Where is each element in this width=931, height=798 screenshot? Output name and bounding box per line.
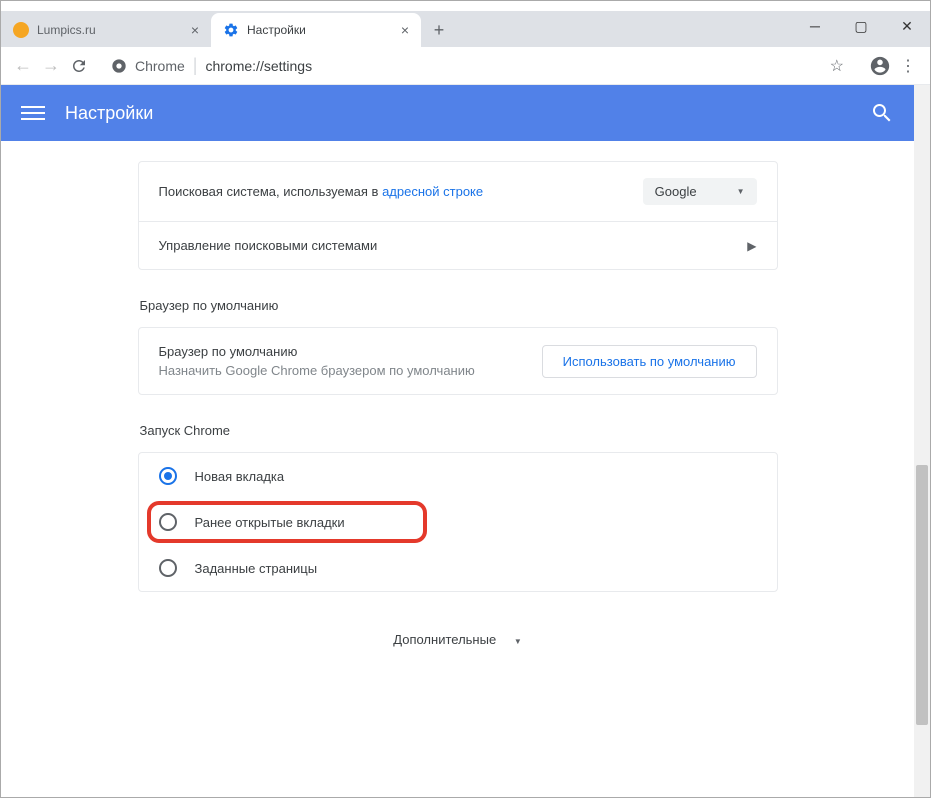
radio-icon <box>159 559 177 577</box>
tab-settings[interactable]: Настройки × <box>211 13 421 47</box>
reload-button[interactable] <box>65 52 93 80</box>
url-prefix: Chrome <box>135 58 185 74</box>
header-title: Настройки <box>65 103 870 124</box>
chevron-right-icon: ▶ <box>747 239 756 253</box>
radio-icon <box>159 513 177 531</box>
startup-option-new-tab[interactable]: Новая вкладка <box>139 453 777 499</box>
content-area: Поисковая система, используемая в адресн… <box>1 141 914 796</box>
close-button[interactable]: ✕ <box>884 11 930 41</box>
minimize-button[interactable]: ─ <box>792 11 838 41</box>
tab-strip: Lumpics.ru × Настройки × + <box>1 11 930 47</box>
search-engine-row: Поисковая система, используемая в адресн… <box>139 162 777 221</box>
hamburger-icon[interactable] <box>21 101 45 125</box>
set-default-button[interactable]: Использовать по умолчанию <box>542 345 757 378</box>
tab-title: Lumpics.ru <box>37 23 187 37</box>
bookmark-star-icon[interactable]: ☆ <box>830 56 844 76</box>
address-bar-link[interactable]: адресной строке <box>382 184 483 199</box>
search-engine-select[interactable]: Google <box>643 178 757 205</box>
startup-option-specific-pages[interactable]: Заданные страницы <box>139 545 777 591</box>
settings-header: Настройки <box>1 85 914 141</box>
startup-card: Новая вкладка Ранее открытые вкладки Зад… <box>138 452 778 592</box>
back-button[interactable]: ← <box>9 52 37 80</box>
window-controls: ─ ▢ ✕ <box>792 11 930 41</box>
default-browser-subtitle: Назначить Google Chrome браузером по умо… <box>159 363 542 378</box>
tab-lumpics[interactable]: Lumpics.ru × <box>1 13 211 47</box>
search-engine-text: Поисковая система, используемая в адресн… <box>159 184 643 199</box>
forward-button[interactable]: → <box>37 52 65 80</box>
close-icon[interactable]: × <box>187 20 203 40</box>
gear-icon <box>223 22 239 38</box>
default-browser-section-title: Браузер по умолчанию <box>140 298 778 313</box>
radio-icon <box>159 467 177 485</box>
chrome-icon <box>111 58 127 74</box>
maximize-button[interactable]: ▢ <box>838 11 884 41</box>
url-separator: | <box>193 55 198 76</box>
default-browser-card: Браузер по умолчанию Назначить Google Ch… <box>138 327 778 395</box>
scrollbar[interactable] <box>914 85 930 797</box>
menu-button[interactable]: ⋮ <box>894 52 922 80</box>
search-icon[interactable] <box>870 101 894 125</box>
close-icon[interactable]: × <box>397 20 413 40</box>
default-browser-title: Браузер по умолчанию <box>159 344 542 359</box>
advanced-toggle[interactable]: Дополнительные <box>138 592 778 707</box>
search-engine-card: Поисковая система, используемая в адресн… <box>138 161 778 270</box>
startup-option-continue[interactable]: Ранее открытые вкладки <box>139 499 777 545</box>
scrollbar-thumb[interactable] <box>916 465 928 725</box>
new-tab-button[interactable]: + <box>425 16 453 44</box>
startup-section-title: Запуск Chrome <box>140 423 778 438</box>
profile-button[interactable] <box>866 52 894 80</box>
tab-title: Настройки <box>247 23 397 37</box>
toolbar: ← → Chrome | chrome://settings ☆ ⋮ <box>1 47 930 85</box>
url-text: chrome://settings <box>205 58 829 74</box>
address-bar[interactable]: Chrome | chrome://settings ☆ <box>101 52 858 80</box>
lumpics-favicon <box>13 22 29 38</box>
manage-search-engines-row[interactable]: Управление поисковыми системами ▶ <box>139 221 777 269</box>
